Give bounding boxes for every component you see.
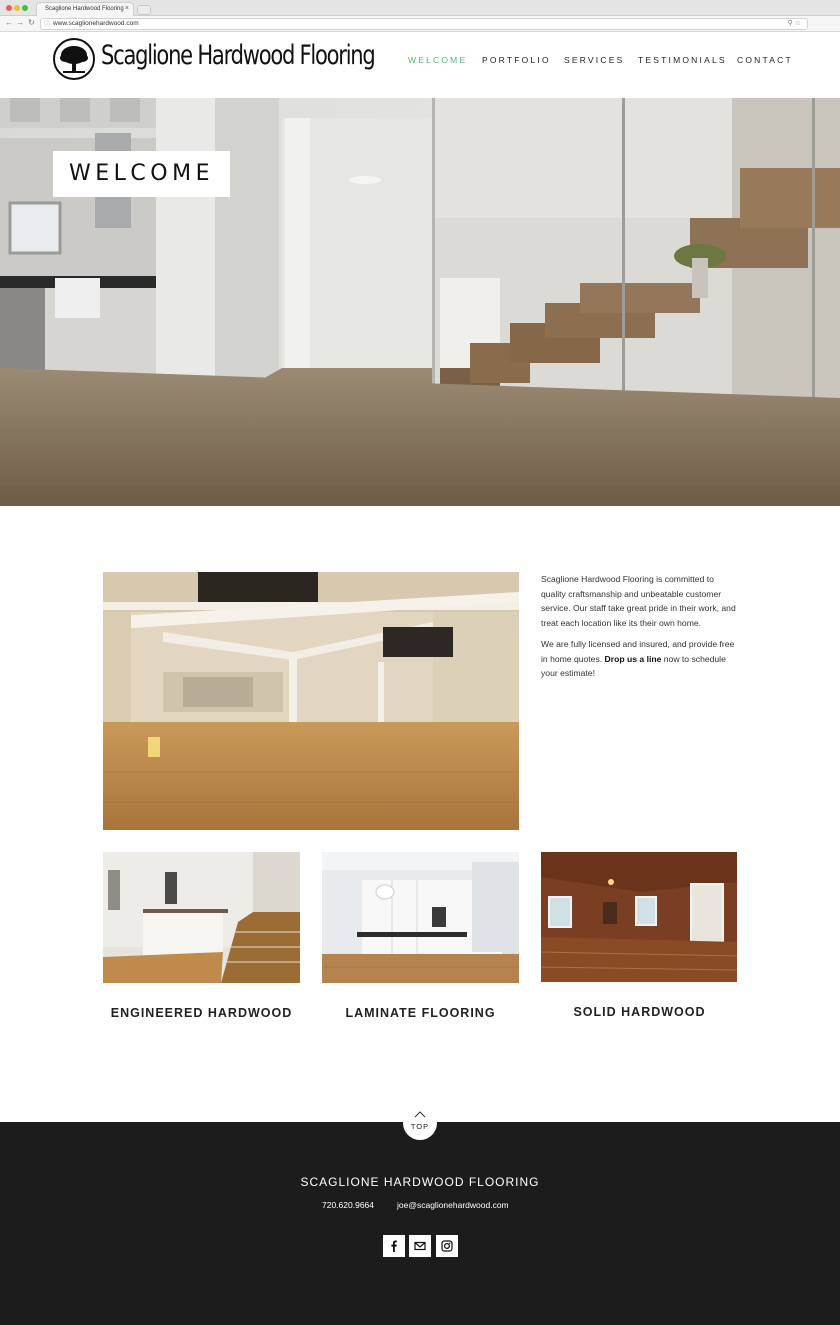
browser-tab-bar: Scaglione Hardwood Flooring × bbox=[0, 0, 840, 16]
facebook-icon[interactable] bbox=[383, 1235, 405, 1257]
nav-testimonials[interactable]: TESTIMONIALS bbox=[638, 55, 727, 65]
new-tab-button[interactable] bbox=[137, 5, 151, 15]
intro-paragraph-1: Scaglione Hardwood Flooring is committed… bbox=[541, 574, 736, 628]
engineered-hardwood-title[interactable]: ENGINEERED HARDWOOD bbox=[103, 1006, 300, 1020]
address-url: www.scaglionehardwood.com bbox=[53, 20, 139, 27]
intro-paragraph-2: We are fully licensed and insured, and p… bbox=[541, 637, 741, 681]
top-label: TOP bbox=[410, 1122, 430, 1131]
minimize-window-button[interactable] bbox=[14, 5, 20, 11]
hero-title: WELCOME bbox=[69, 161, 214, 186]
drop-us-a-line-link[interactable]: Drop us a line bbox=[605, 654, 662, 664]
loft-interior-photo bbox=[103, 572, 519, 830]
nav-welcome[interactable]: WELCOME bbox=[408, 55, 467, 65]
maximize-window-button[interactable] bbox=[22, 5, 28, 11]
footer-phone-link[interactable]: 720.620.9664 bbox=[322, 1200, 374, 1210]
email-icon[interactable] bbox=[409, 1235, 431, 1257]
solid-hardwood-title[interactable]: SOLID HARDWOOD bbox=[541, 1005, 738, 1019]
nav-services[interactable]: SERVICES bbox=[564, 55, 624, 65]
engineered-hardwood-photo[interactable] bbox=[103, 852, 300, 983]
chevron-up-icon bbox=[414, 1111, 426, 1118]
solid-hardwood-photo[interactable] bbox=[541, 852, 738, 983]
laminate-flooring-photo[interactable] bbox=[322, 852, 519, 983]
site-footer bbox=[0, 1122, 840, 1325]
info-icon[interactable]: ⓘ bbox=[44, 20, 50, 30]
site-header: Scaglione Hardwood Flooring WELCOME PORT… bbox=[0, 32, 840, 98]
hero-banner: WELCOME bbox=[0, 98, 840, 506]
back-icon[interactable]: ← bbox=[5, 18, 13, 27]
site-logo-text[interactable]: Scaglione Hardwood Flooring bbox=[101, 40, 376, 71]
nav-portfolio[interactable]: PORTFOLIO bbox=[482, 55, 551, 65]
laminate-flooring-title[interactable]: LAMINATE FLOORING bbox=[322, 1006, 519, 1020]
welcome-banner: WELCOME bbox=[53, 151, 230, 197]
forward-icon[interactable]: → bbox=[16, 18, 24, 27]
browser-toolbar: ← → ↻ ⓘ www.scaglionehardwood.com ⚲ ☆ bbox=[0, 16, 840, 32]
intro-text: Scaglione Hardwood Flooring is committed… bbox=[541, 572, 741, 688]
nav-contact[interactable]: CONTACT bbox=[737, 55, 793, 65]
browser-tab[interactable]: Scaglione Hardwood Flooring × bbox=[36, 2, 134, 16]
address-bar[interactable]: ⓘ www.scaglionehardwood.com ⚲ ☆ bbox=[40, 18, 808, 30]
tab-title: Scaglione Hardwood Flooring bbox=[45, 6, 124, 12]
reload-icon[interactable]: ↻ bbox=[28, 18, 35, 27]
tree-logo-icon[interactable] bbox=[53, 38, 95, 80]
footer-email-link[interactable]: joe@scaglionehardwood.com bbox=[397, 1200, 509, 1210]
back-to-top-button[interactable]: TOP bbox=[403, 1106, 437, 1140]
close-window-button[interactable] bbox=[6, 5, 12, 11]
footer-company-name: SCAGLIONE HARDWOOD FLOORING bbox=[300, 1175, 540, 1189]
bookmark-star-icon[interactable]: ⚲ ☆ bbox=[788, 19, 801, 29]
instagram-icon[interactable] bbox=[436, 1235, 458, 1257]
tab-close-icon[interactable]: × bbox=[125, 3, 129, 15]
